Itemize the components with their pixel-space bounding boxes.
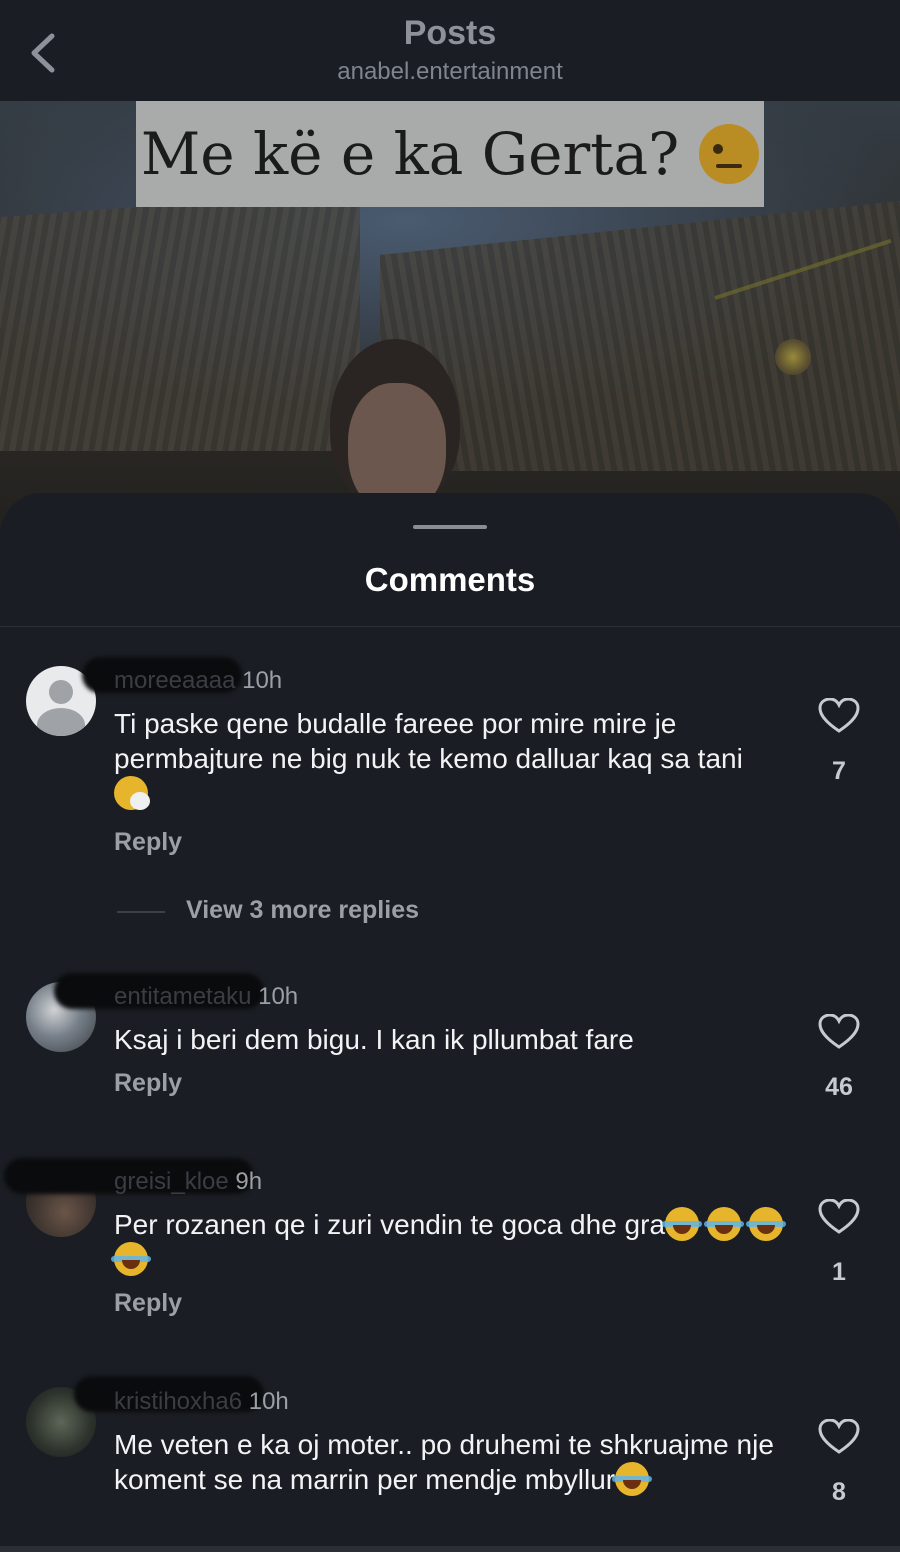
tears-of-joy-emoji-icon: [612, 1462, 653, 1496]
comment-meta: greisi_kloe 9h: [4, 1158, 263, 1196]
comment-text: Per rozanen qe i zuri vendin te goca dhe…: [114, 1209, 666, 1240]
like-count: 1: [832, 1258, 846, 1286]
reply-button[interactable]: Reply: [114, 828, 182, 857]
post-image: Me kë e ka Gerta?: [0, 101, 900, 531]
comments-title: Comments: [364, 561, 536, 598]
raised-eyebrow-emoji-icon: [699, 124, 760, 184]
tears-of-joy-emoji-icon: [662, 1207, 703, 1241]
heart-icon: [818, 1013, 860, 1049]
comment-username[interactable]: moreeaaaa: [114, 667, 235, 694]
sneezing-face-emoji-icon: [114, 776, 150, 810]
top-bar: Posts anabel.entertainment: [0, 0, 900, 101]
comment-meta: moreeaaaa 10h: [82, 657, 283, 695]
like-button[interactable]: [818, 697, 860, 734]
tears-of-joy-emoji-icon: [111, 1242, 151, 1276]
comment-text: Ti paske qene budalle fareee por mire mi…: [114, 708, 743, 774]
like-button[interactable]: [818, 1198, 860, 1235]
bottom-edge: [0, 1546, 900, 1552]
account-name[interactable]: anabel.entertainment: [0, 58, 900, 86]
comments-sheet: Comments moreeaaaa 10h Ti paske qene bud…: [0, 493, 900, 1552]
post-caption: Me kë e ka Gerta?: [140, 120, 680, 188]
reply-button[interactable]: Reply: [114, 1289, 182, 1318]
like-count: 8: [832, 1478, 846, 1506]
like-button[interactable]: [818, 1013, 860, 1050]
comment-username[interactable]: entitametaku: [114, 983, 251, 1010]
tears-of-joy-emoji-icon: [745, 1207, 786, 1241]
comment-text-block: Ti paske qene budalle fareee por mire mi…: [114, 706, 784, 811]
replies-line: [117, 911, 165, 913]
comment-time: 9h: [235, 1168, 263, 1195]
comment-text-block: Per rozanen qe i zuri vendin te goca dhe…: [111, 1207, 786, 1277]
comment-meta: kristihoxha6 10h: [74, 1376, 289, 1416]
comment-text-block: Ksaj i beri dem bigu. I kan ik pllumbat …: [114, 1022, 784, 1057]
heart-icon: [818, 697, 860, 733]
heart-icon: [818, 1198, 860, 1234]
reply-button[interactable]: Reply: [114, 1069, 182, 1098]
comment-text: Ksaj i beri dem bigu. I kan ik pllumbat …: [114, 1024, 634, 1055]
lamp-light: [775, 339, 811, 375]
tears-of-joy-emoji-icon: [703, 1207, 744, 1241]
comment-time: 10h: [258, 983, 299, 1010]
default-user-icon: [49, 680, 73, 704]
comment-username[interactable]: greisi_kloe: [114, 1168, 229, 1195]
like-count: 7: [832, 757, 846, 785]
sheet-drag-handle[interactable]: [413, 525, 487, 529]
comment-time: 10h: [248, 1388, 289, 1415]
comment-text: Me veten e ka oj moter.. po druhemi te s…: [114, 1429, 774, 1495]
like-count: 46: [825, 1073, 853, 1101]
comment-username[interactable]: kristihoxha6: [114, 1388, 242, 1415]
heart-icon: [818, 1418, 860, 1454]
post-caption-overlay: Me kë e ka Gerta?: [136, 101, 764, 207]
comment-meta: entitametaku 10h: [54, 973, 299, 1011]
like-button[interactable]: [818, 1418, 860, 1455]
page-title: Posts: [403, 14, 497, 52]
view-more-replies-button[interactable]: View 3 more replies: [186, 896, 419, 925]
comment-text-block: Me veten e ka oj moter.. po druhemi te s…: [114, 1427, 784, 1497]
divider: [0, 626, 900, 627]
comment-time: 10h: [242, 667, 283, 694]
